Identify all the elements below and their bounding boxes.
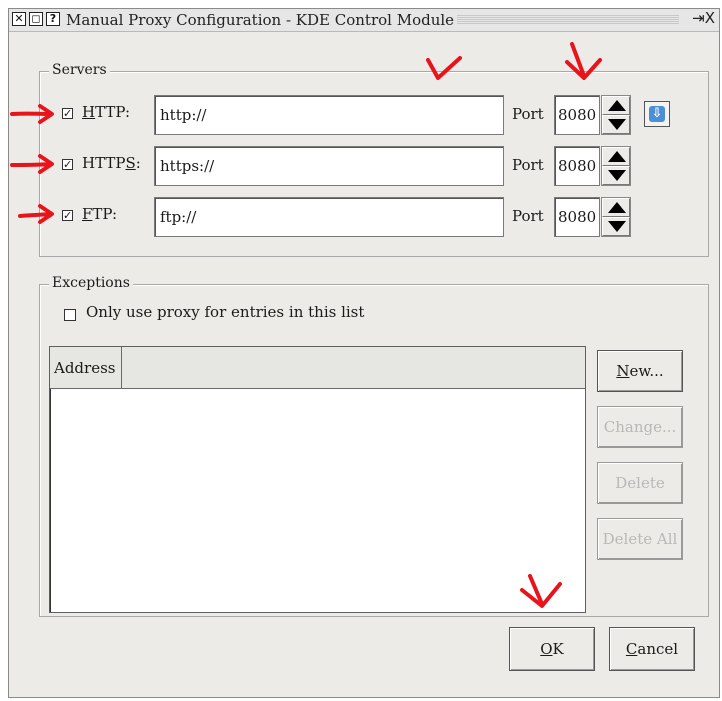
copy-to-all-button[interactable]: ⇩	[644, 101, 670, 127]
http-url-input[interactable]: http://	[154, 95, 504, 135]
spin-down-button[interactable]	[602, 115, 630, 134]
delete-button[interactable]: Delete	[597, 462, 683, 504]
https-label: HTTPS:	[82, 154, 141, 172]
triangle-down-icon	[608, 170, 626, 181]
servers-group: Servers ✓ HTTP: http:// Port 8080 ⇩ ✓ HT…	[39, 62, 709, 257]
spin-down-button[interactable]	[602, 166, 630, 185]
titlebar-grip	[457, 14, 679, 25]
http-port-stepper[interactable]	[601, 95, 631, 135]
server-row-https: ✓ HTTPS: https:// Port 8080	[40, 146, 708, 186]
https-port-input[interactable]: 8080	[554, 146, 600, 186]
spin-down-button[interactable]	[602, 217, 630, 236]
window-title: Manual Proxy Configuration - KDE Control…	[66, 11, 455, 29]
https-port-stepper[interactable]	[601, 146, 631, 186]
kde-proxy-dialog: ✕ ◻ ? Manual Proxy Configuration - KDE C…	[8, 8, 720, 698]
ftp-port-stepper[interactable]	[601, 197, 631, 237]
new-button[interactable]: New...	[597, 350, 683, 392]
ftp-port-input[interactable]: 8080	[554, 197, 600, 237]
server-row-http: ✓ HTTP: http:// Port 8080 ⇩	[40, 95, 708, 135]
help-icon[interactable]: ?	[46, 12, 60, 26]
cancel-button[interactable]: Cancel	[609, 627, 695, 671]
change-button[interactable]: Change...	[597, 406, 683, 448]
server-row-ftp: ✓ FTP: ftp:// Port 8080	[40, 197, 708, 237]
close-icon[interactable]: ✕	[12, 12, 26, 26]
http-checkbox[interactable]: ✓	[62, 108, 73, 119]
titlebar[interactable]: ✕ ◻ ? Manual Proxy Configuration - KDE C…	[9, 9, 719, 32]
exceptions-list[interactable]: Address	[49, 346, 586, 613]
pin-close-icon[interactable]: ⇥X	[692, 9, 715, 27]
http-port-label: Port	[512, 105, 544, 123]
spin-up-button[interactable]	[602, 147, 630, 166]
http-label: HTTP:	[82, 103, 130, 121]
delete-all-button[interactable]: Delete All	[597, 518, 683, 560]
only-use-list-checkbox[interactable]	[64, 309, 76, 321]
triangle-down-icon	[608, 221, 626, 232]
arrow-down-icon: ⇩	[649, 106, 665, 122]
ftp-url-input[interactable]: ftp://	[154, 197, 504, 237]
list-header: Address	[50, 347, 585, 389]
http-port-input[interactable]: 8080	[554, 95, 600, 135]
spin-up-button[interactable]	[602, 198, 630, 217]
spin-up-button[interactable]	[602, 96, 630, 115]
https-checkbox[interactable]: ✓	[62, 159, 73, 170]
only-use-list-label[interactable]: Only use proxy for entries in this list	[86, 303, 364, 321]
ftp-port-label: Port	[512, 207, 544, 225]
maximize-icon[interactable]: ◻	[29, 12, 43, 26]
triangle-up-icon	[608, 100, 626, 111]
https-port-label: Port	[512, 156, 544, 174]
triangle-down-icon	[608, 119, 626, 130]
address-column-header[interactable]: Address	[50, 347, 122, 388]
triangle-up-icon	[608, 151, 626, 162]
https-url-input[interactable]: https://	[154, 146, 504, 186]
ok-button[interactable]: OK	[509, 627, 595, 671]
triangle-up-icon	[608, 202, 626, 213]
servers-group-title: Servers	[49, 62, 110, 78]
exceptions-group-title: Exceptions	[49, 275, 133, 291]
ftp-checkbox[interactable]: ✓	[62, 210, 73, 221]
ftp-label: FTP:	[82, 205, 118, 223]
